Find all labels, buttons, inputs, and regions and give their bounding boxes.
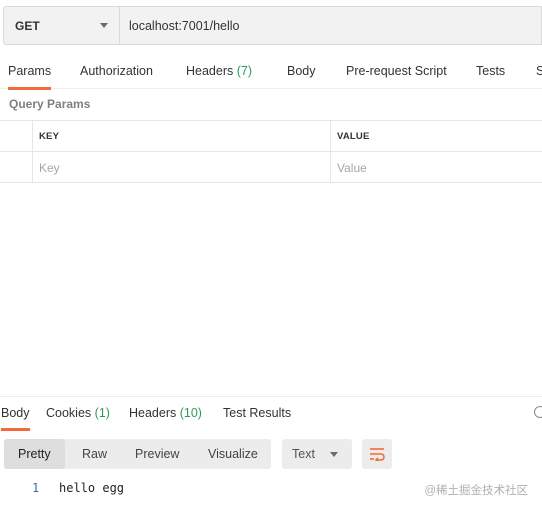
- cookies-count: (1): [94, 406, 110, 420]
- query-params-table: KEY VALUE Key Value: [0, 120, 542, 183]
- wrap-lines-icon: [370, 448, 385, 461]
- value-input[interactable]: Value: [331, 152, 542, 183]
- response-tabs: Body Cookies (1) Headers (10) Test Resul…: [0, 396, 542, 431]
- format-select[interactable]: Text: [282, 439, 352, 469]
- watermark: @稀土掘金技术社区: [424, 485, 528, 497]
- view-pretty-button[interactable]: Pretty: [4, 439, 65, 469]
- row-checkbox-cell[interactable]: [0, 152, 33, 183]
- response-body-text: hello egg: [59, 481, 125, 495]
- view-raw-button[interactable]: Raw: [72, 439, 117, 469]
- tab-pre-request-script[interactable]: Pre-request Script: [346, 55, 447, 89]
- url-text: localhost:7001/hello: [129, 18, 240, 33]
- response-tab-headers[interactable]: Headers (10): [129, 397, 202, 429]
- view-visualize-button[interactable]: Visualize: [198, 439, 268, 469]
- request-url-bar: GET localhost:7001/hello: [3, 6, 542, 45]
- wrap-lines-button[interactable]: [362, 439, 392, 469]
- globe-icon[interactable]: [534, 406, 542, 418]
- headers-count: (7): [236, 64, 253, 78]
- tab-tests[interactable]: Tests: [476, 55, 505, 89]
- table-row: Key Value: [0, 152, 542, 183]
- chevron-down-icon: [100, 23, 108, 28]
- url-input[interactable]: localhost:7001/hello: [119, 6, 542, 45]
- view-preview-button[interactable]: Preview: [125, 439, 189, 469]
- key-input[interactable]: Key: [33, 152, 331, 183]
- tab-authorization[interactable]: Authorization: [80, 55, 153, 89]
- view-mode-group: Pretty Raw Preview Visualize: [4, 439, 271, 469]
- query-params-label: Query Params: [9, 97, 91, 111]
- table-header-row: KEY VALUE: [0, 121, 542, 152]
- chevron-down-icon: [330, 452, 338, 457]
- tab-params[interactable]: Params: [8, 55, 52, 90]
- response-headers-count: (10): [179, 406, 202, 420]
- tab-settings-truncated[interactable]: S: [536, 55, 542, 89]
- value-column-header: VALUE: [337, 131, 370, 142]
- request-tabs: Params Authorization Headers (7) Body Pr…: [0, 55, 542, 90]
- response-tab-body[interactable]: Body: [1, 397, 30, 431]
- method-select[interactable]: GET: [3, 6, 119, 45]
- checkbox-column-header: [0, 121, 33, 152]
- response-tab-test-results[interactable]: Test Results: [223, 397, 291, 429]
- key-column-header: KEY: [33, 121, 331, 152]
- tab-body[interactable]: Body: [287, 55, 316, 89]
- response-tab-cookies[interactable]: Cookies (1): [46, 397, 110, 429]
- tab-headers[interactable]: Headers (7): [186, 55, 252, 89]
- line-number: 1: [32, 481, 40, 495]
- method-label: GET: [15, 18, 40, 33]
